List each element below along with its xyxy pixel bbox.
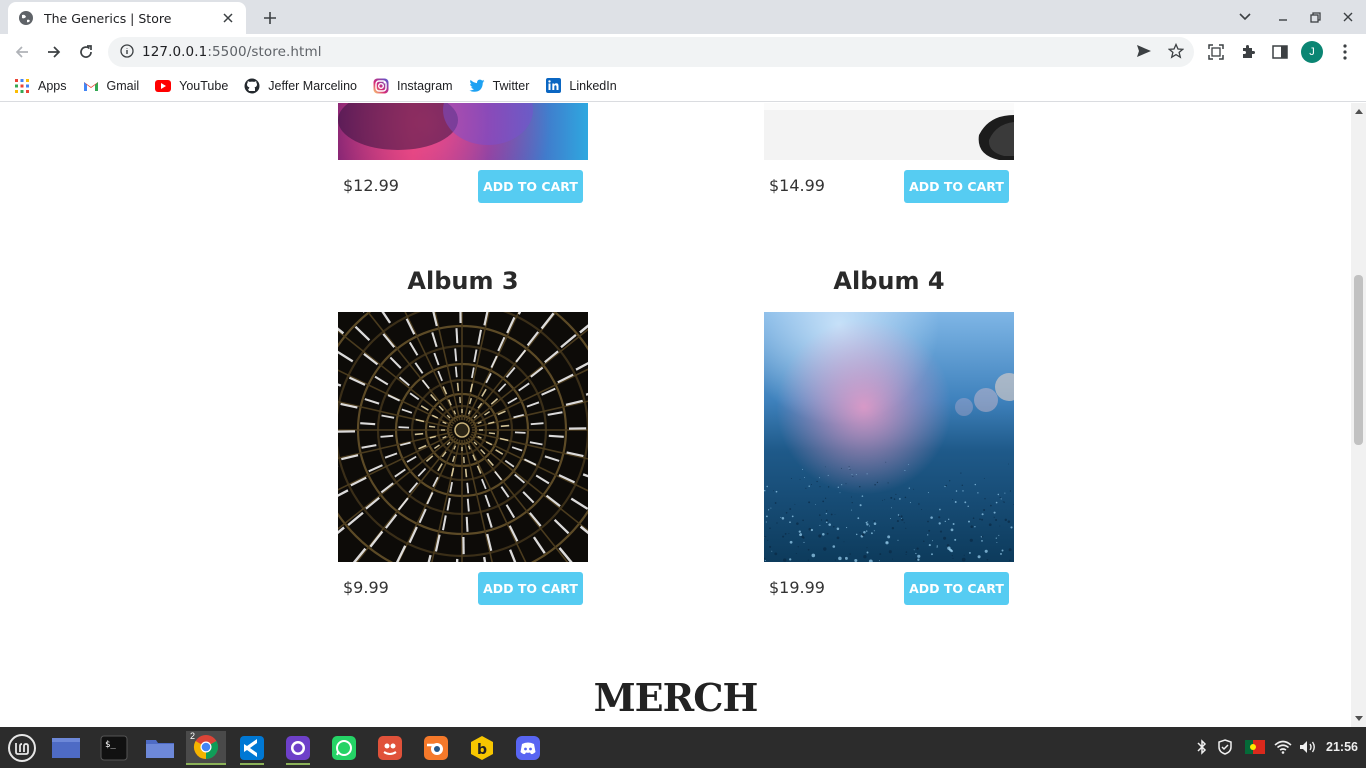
reload-icon[interactable] bbox=[73, 39, 99, 65]
youtube-icon bbox=[155, 78, 172, 94]
apps-grid-icon bbox=[14, 78, 30, 94]
svg-text:b: b bbox=[477, 742, 487, 758]
album-price: $19.99 bbox=[769, 578, 825, 597]
bookmark-twitter[interactable]: Twitter bbox=[468, 78, 530, 94]
volume-icon[interactable] bbox=[1299, 738, 1317, 756]
add-to-cart-button[interactable]: ADD TO CART bbox=[904, 170, 1009, 203]
discord-icon[interactable] bbox=[508, 731, 548, 765]
bluetooth-icon[interactable] bbox=[1193, 738, 1211, 756]
album-image[interactable] bbox=[338, 312, 588, 562]
bookmark-label: YouTube bbox=[179, 78, 229, 93]
album-title: Album 4 bbox=[833, 267, 945, 295]
close-window-icon[interactable] bbox=[1336, 6, 1360, 28]
info-icon[interactable] bbox=[120, 43, 134, 62]
twitter-icon bbox=[468, 78, 485, 94]
add-to-cart-button[interactable]: ADD TO CART bbox=[478, 170, 583, 203]
menu-kebab-icon[interactable] bbox=[1334, 41, 1356, 63]
shield-icon[interactable] bbox=[1216, 738, 1234, 756]
screen-capture-icon[interactable] bbox=[1205, 41, 1227, 63]
bookmark-youtube[interactable]: YouTube bbox=[155, 78, 228, 94]
scroll-up-icon[interactable] bbox=[1354, 107, 1363, 116]
window-count-badge: 2 bbox=[190, 731, 196, 741]
page-scrollbar[interactable] bbox=[1351, 103, 1366, 727]
restore-icon[interactable] bbox=[1303, 6, 1327, 28]
gmail-icon bbox=[83, 78, 99, 94]
bookmark-apps[interactable]: Apps bbox=[14, 78, 67, 94]
whatsapp-icon[interactable] bbox=[324, 731, 364, 765]
album-price: $14.99 bbox=[769, 176, 825, 195]
album-image[interactable] bbox=[338, 103, 588, 160]
bookmarks-bar: Apps Gmail YouTube Jeffer Marcelino Inst… bbox=[0, 70, 1366, 102]
wifi-icon[interactable] bbox=[1274, 738, 1292, 756]
blender-icon[interactable] bbox=[416, 731, 456, 765]
new-tab-icon[interactable] bbox=[258, 6, 282, 30]
clock[interactable]: 21:56 bbox=[1326, 740, 1358, 754]
address-bar[interactable]: 127.0.0.1:5500/store.html bbox=[108, 37, 1194, 67]
merch-section-title: MERCH bbox=[593, 675, 759, 720]
github-icon bbox=[244, 78, 260, 94]
bookmark-label: Apps bbox=[38, 78, 67, 93]
extensions-puzzle-icon[interactable] bbox=[1237, 41, 1259, 63]
back-icon[interactable] bbox=[9, 39, 35, 65]
url-text: 127.0.0.1:5500/store.html bbox=[142, 44, 322, 60]
bookmark-gmail[interactable]: Gmail bbox=[83, 78, 140, 94]
bookmark-label: Twitter bbox=[492, 78, 530, 93]
globe-icon bbox=[18, 10, 34, 26]
bookmark-label: LinkedIn bbox=[569, 78, 617, 93]
svg-text:$_: $_ bbox=[105, 740, 116, 750]
taskbar: $_ 2 b 21:56 bbox=[0, 727, 1366, 768]
url-host: 127.0.0.1 bbox=[142, 44, 208, 60]
bookmark-github[interactable]: Jeffer Marcelino bbox=[244, 78, 357, 94]
gimp-icon[interactable] bbox=[370, 731, 410, 765]
browser-tab[interactable]: The Generics | Store bbox=[8, 2, 246, 34]
linkedin-icon bbox=[545, 78, 561, 94]
chrome-app-icon[interactable]: 2 bbox=[186, 731, 226, 765]
terminal-icon[interactable]: $_ bbox=[94, 731, 134, 765]
bookmark-label: Jeffer Marcelino bbox=[268, 78, 357, 93]
files-folder-icon[interactable] bbox=[140, 731, 180, 765]
tab-search-chevron-icon[interactable] bbox=[1233, 6, 1257, 28]
album-price: $12.99 bbox=[343, 176, 399, 195]
add-to-cart-button[interactable]: ADD TO CART bbox=[478, 572, 583, 605]
scrollbar-thumb[interactable] bbox=[1354, 275, 1363, 445]
album-image[interactable] bbox=[764, 312, 1014, 562]
browser-toolbar: 127.0.0.1:5500/store.html J bbox=[0, 34, 1366, 70]
show-desktop-icon[interactable] bbox=[46, 731, 86, 765]
page-viewport: $12.99 ADD TO CART $14.99 ADD TO CART Al… bbox=[0, 103, 1351, 727]
bookmark-star-icon[interactable] bbox=[1164, 39, 1188, 63]
keyboard-layout-flag-icon[interactable] bbox=[1244, 738, 1266, 756]
minimize-icon[interactable] bbox=[1271, 6, 1295, 28]
close-tab-icon[interactable] bbox=[220, 10, 236, 26]
scroll-down-icon[interactable] bbox=[1354, 714, 1363, 723]
mint-menu-icon[interactable] bbox=[2, 731, 42, 765]
running-indicator bbox=[240, 763, 264, 765]
bookmark-linkedin[interactable]: LinkedIn bbox=[545, 78, 617, 94]
album-title: Album 3 bbox=[407, 267, 519, 295]
add-to-cart-button[interactable]: ADD TO CART bbox=[904, 572, 1009, 605]
bitwarden-b-icon[interactable]: b bbox=[462, 731, 502, 765]
github-desktop-icon[interactable] bbox=[278, 731, 318, 765]
tab-title: The Generics | Store bbox=[44, 10, 172, 26]
album-image[interactable] bbox=[764, 103, 1014, 160]
vscode-icon[interactable] bbox=[232, 731, 272, 765]
bookmark-instagram[interactable]: Instagram bbox=[373, 78, 453, 94]
profile-avatar[interactable]: J bbox=[1301, 41, 1323, 63]
tab-strip: The Generics | Store bbox=[0, 0, 1366, 34]
forward-icon[interactable] bbox=[41, 39, 67, 65]
running-indicator bbox=[286, 763, 310, 765]
send-tab-icon[interactable] bbox=[1132, 39, 1156, 63]
instagram-icon bbox=[373, 78, 389, 94]
bookmark-label: Gmail bbox=[106, 78, 140, 93]
side-panel-icon[interactable] bbox=[1269, 41, 1291, 63]
album-price: $9.99 bbox=[343, 578, 389, 597]
bookmark-label: Instagram bbox=[396, 78, 453, 93]
url-path: :5500/store.html bbox=[207, 44, 322, 60]
